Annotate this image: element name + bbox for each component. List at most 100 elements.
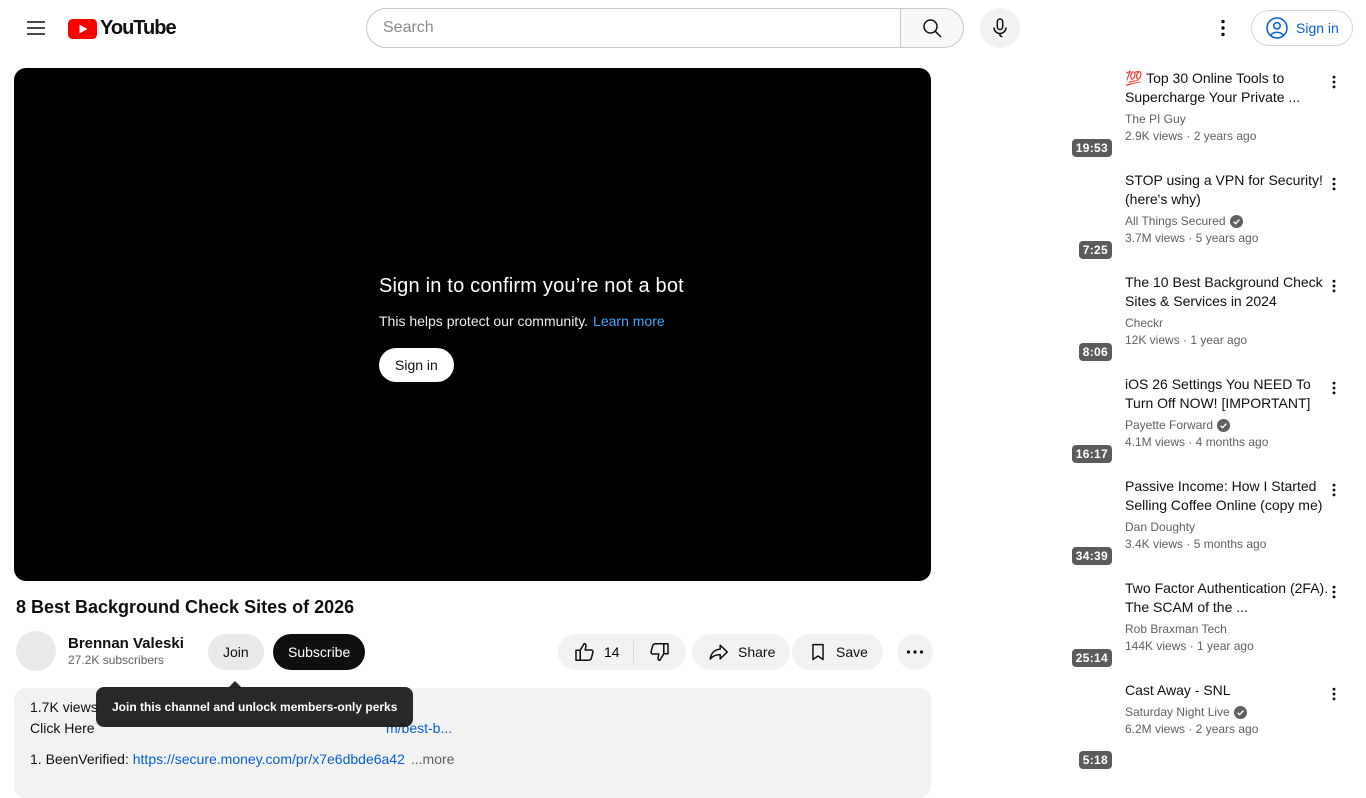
related-video-menu-button[interactable] bbox=[1322, 478, 1346, 502]
settings-kebab-button[interactable] bbox=[1203, 8, 1243, 48]
tooltip-caret bbox=[228, 681, 242, 688]
search-button[interactable] bbox=[900, 8, 964, 48]
related-video-menu-button[interactable] bbox=[1322, 172, 1346, 196]
channel-avatar[interactable] bbox=[16, 631, 56, 671]
related-channel-name[interactable]: Dan Doughty bbox=[1125, 520, 1195, 534]
tooltip-text: Join this channel and unlock members-onl… bbox=[112, 700, 397, 714]
related-video-menu-button[interactable] bbox=[1322, 70, 1346, 94]
related-video-title[interactable]: The 10 Best Background Check Sites & Ser… bbox=[1125, 273, 1331, 311]
related-video-menu-button[interactable] bbox=[1322, 580, 1346, 604]
related-video-meta: 4.1M views · 4 months ago bbox=[1125, 435, 1331, 449]
youtube-logo[interactable]: YouTube bbox=[68, 17, 176, 40]
save-label: Save bbox=[836, 644, 868, 660]
share-icon bbox=[707, 640, 731, 664]
share-button[interactable]: Share bbox=[692, 634, 790, 670]
join-tooltip: Join this channel and unlock members-onl… bbox=[96, 687, 413, 727]
verified-badge-icon bbox=[1230, 215, 1243, 228]
kebab-menu-icon bbox=[1325, 73, 1343, 91]
related-video-item[interactable]: 34:39 Passive Income: How I Started Sell… bbox=[950, 476, 1352, 570]
description-line3: 1. BeenVerified: https://secure.money.co… bbox=[30, 751, 454, 767]
video-thumbnail[interactable]: 5:18 bbox=[950, 680, 1118, 774]
signin-button-header[interactable]: Sign in bbox=[1251, 10, 1353, 46]
related-video-title[interactable]: Cast Away - SNL bbox=[1125, 681, 1331, 700]
related-video-menu-button[interactable] bbox=[1322, 682, 1346, 706]
related-video-item[interactable]: 25:14 Two Factor Authentication (2FA). T… bbox=[950, 578, 1352, 672]
youtube-wordmark: YouTube bbox=[100, 17, 176, 40]
dislike-button[interactable] bbox=[634, 634, 686, 670]
subscriber-count: 27.2K subscribers bbox=[68, 653, 196, 667]
related-video-title[interactable]: Passive Income: How I Started Selling Co… bbox=[1125, 477, 1331, 515]
related-video-item[interactable]: 16:17 iOS 26 Settings You NEED To Turn O… bbox=[950, 374, 1352, 468]
kebab-menu-icon bbox=[1325, 379, 1343, 397]
top-navigation-bar: YouTube Sign in bbox=[0, 0, 1366, 56]
related-channel-name[interactable]: The PI Guy bbox=[1125, 112, 1186, 126]
thumbs-down-icon bbox=[647, 640, 671, 664]
show-more-link[interactable]: ...more bbox=[411, 751, 455, 767]
subscribe-button[interactable]: Subscribe bbox=[273, 634, 365, 670]
video-thumbnail[interactable]: 19:53 bbox=[950, 68, 1118, 162]
description-line3-prefix: 1. BeenVerified: bbox=[30, 751, 129, 767]
video-title: 8 Best Background Check Sites of 2026 bbox=[16, 597, 354, 618]
video-thumbnail[interactable]: 34:39 bbox=[950, 476, 1118, 570]
related-video-title[interactable]: STOP using a VPN for Security! (here's w… bbox=[1125, 171, 1331, 209]
channel-row: Brennan Valeski 27.2K subscribers bbox=[16, 631, 196, 671]
save-button[interactable]: Save bbox=[792, 634, 883, 670]
beenverified-link[interactable]: https://secure.money.com/pr/x7e6dbde6a42 bbox=[133, 751, 405, 767]
search-box[interactable] bbox=[366, 8, 900, 48]
kebab-menu-icon bbox=[1325, 175, 1343, 193]
join-button[interactable]: Join bbox=[208, 634, 264, 670]
video-thumbnail[interactable]: 7:25 bbox=[950, 170, 1118, 264]
hamburger-icon bbox=[26, 20, 46, 36]
duration-badge: 7:25 bbox=[1079, 241, 1112, 259]
person-icon bbox=[1265, 16, 1289, 40]
duration-badge: 16:17 bbox=[1072, 445, 1112, 463]
search-icon bbox=[920, 16, 944, 40]
channel-name[interactable]: Brennan Valeski bbox=[68, 635, 196, 652]
hamburger-menu-button[interactable] bbox=[16, 8, 56, 48]
video-thumbnail[interactable]: 25:14 bbox=[950, 578, 1118, 672]
kebab-menu-icon bbox=[1325, 277, 1343, 295]
related-video-menu-button[interactable] bbox=[1322, 274, 1346, 298]
related-video-item[interactable]: 19:53 💯 Top 30 Online Tools to Superchar… bbox=[950, 68, 1352, 162]
voice-search-button[interactable] bbox=[980, 8, 1020, 48]
video-thumbnail[interactable]: 8:06 bbox=[950, 272, 1118, 366]
related-video-meta: 3.7M views · 5 years ago bbox=[1125, 231, 1331, 245]
related-video-meta: 3.4K views · 5 months ago bbox=[1125, 537, 1331, 551]
duration-badge: 34:39 bbox=[1072, 547, 1112, 565]
related-channel-name[interactable]: Checkr bbox=[1125, 316, 1163, 330]
duration-badge: 25:14 bbox=[1072, 649, 1112, 667]
signin-label: Sign in bbox=[1296, 20, 1339, 36]
learn-more-link[interactable]: Learn more bbox=[593, 313, 665, 329]
search-input[interactable] bbox=[383, 19, 884, 37]
view-count-line: 1.7K views bbox=[30, 699, 98, 715]
related-video-item[interactable]: 7:25 STOP using a VPN for Security! (her… bbox=[950, 170, 1352, 264]
related-video-meta: 6.2M views · 2 years ago bbox=[1125, 722, 1331, 736]
kebab-menu-icon bbox=[1325, 481, 1343, 499]
duration-badge: 19:53 bbox=[1072, 139, 1112, 157]
youtube-play-icon bbox=[68, 19, 97, 39]
related-video-meta: 144K views · 1 year ago bbox=[1125, 639, 1331, 653]
verified-badge-icon bbox=[1217, 419, 1230, 432]
related-video-meta: 2.9K views · 2 years ago bbox=[1125, 129, 1331, 143]
related-video-title[interactable]: iOS 26 Settings You NEED To Turn Off NOW… bbox=[1125, 375, 1331, 413]
player-bot-check-message: Sign in to confirm you’re not a bot This… bbox=[379, 275, 684, 382]
related-video-item[interactable]: 8:06 The 10 Best Background Check Sites … bbox=[950, 272, 1352, 366]
video-thumbnail[interactable]: 16:17 bbox=[950, 374, 1118, 468]
more-actions-button[interactable] bbox=[897, 634, 933, 670]
player-signin-button[interactable]: Sign in bbox=[379, 348, 454, 382]
related-video-menu-button[interactable] bbox=[1322, 376, 1346, 400]
like-button[interactable]: 14 bbox=[558, 634, 633, 670]
related-video-item[interactable]: 5:18 Cast Away - SNL Saturday Night Live… bbox=[950, 680, 1352, 774]
player-message-title: Sign in to confirm you’re not a bot bbox=[379, 275, 684, 298]
video-player[interactable]: Sign in to confirm you’re not a bot This… bbox=[14, 68, 931, 581]
share-label: Share bbox=[738, 644, 775, 660]
verified-badge-icon bbox=[1234, 706, 1247, 719]
related-channel-name[interactable]: Rob Braxman Tech bbox=[1125, 622, 1227, 636]
related-video-title[interactable]: Two Factor Authentication (2FA). The SCA… bbox=[1125, 579, 1331, 617]
related-video-title[interactable]: 💯 Top 30 Online Tools to Supercharge You… bbox=[1125, 69, 1331, 107]
related-video-meta: 12K views · 1 year ago bbox=[1125, 333, 1331, 347]
thumbs-up-icon bbox=[573, 640, 597, 664]
related-channel-name[interactable]: All Things Secured bbox=[1125, 214, 1226, 228]
related-channel-name[interactable]: Payette Forward bbox=[1125, 418, 1213, 432]
related-channel-name[interactable]: Saturday Night Live bbox=[1125, 705, 1230, 719]
